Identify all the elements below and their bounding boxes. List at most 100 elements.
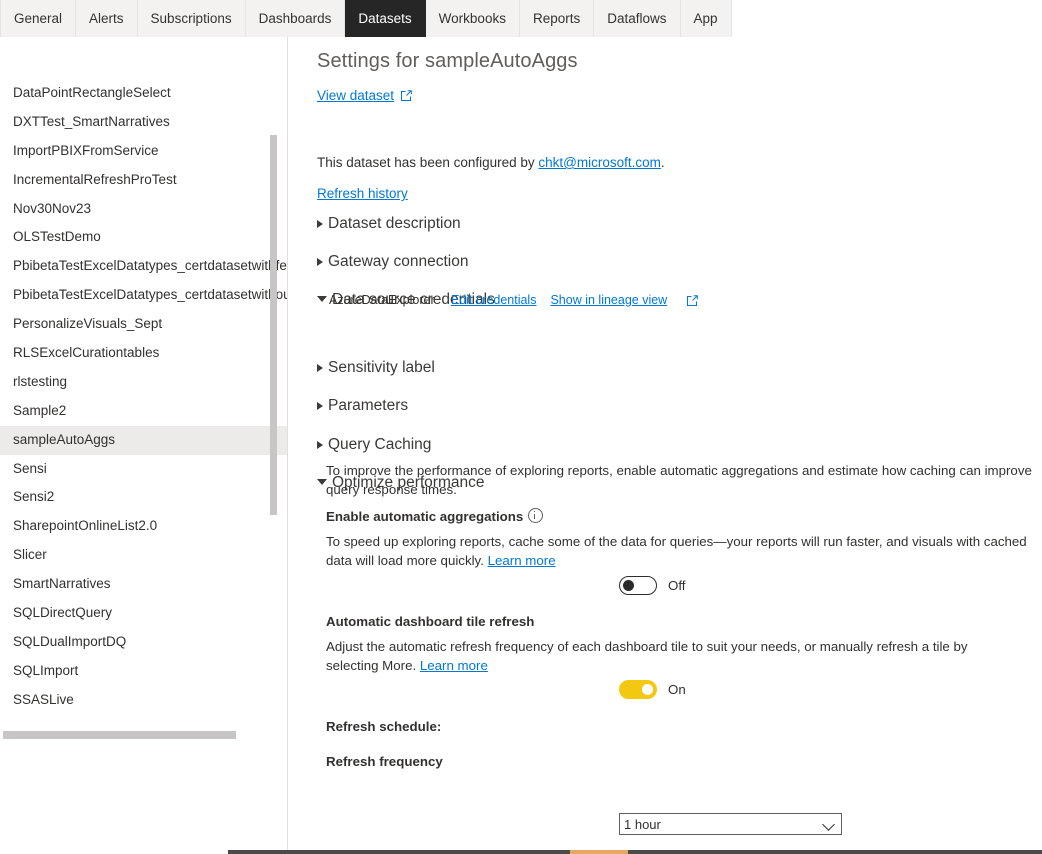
dataset-list-item-label: SharepointOnlineList2.0 [13, 518, 158, 534]
dataset-list-item-label: Sensi [13, 460, 47, 476]
dataset-list-item-label: SQLDirectQuery [13, 605, 113, 621]
dashboard-tile-refresh-toggle-row: On [619, 680, 686, 699]
dataset-list-item[interactable]: SSASLive [0, 686, 287, 715]
view-dataset-link[interactable]: View dataset [317, 88, 394, 103]
dataset-list-item[interactable]: PbibetaTestExcelDatatypes_certdatasetwit… [0, 252, 288, 281]
refresh-frequency-select[interactable]: 15 minutes30 minutes1 hour2 hours4 hours… [619, 813, 842, 835]
automatic-aggregations-toggle-state: Off [668, 578, 686, 593]
tab-label: App [693, 11, 718, 26]
tab-dataflows[interactable]: Dataflows [594, 0, 681, 37]
auto-agg-learn-more-link[interactable]: Learn more [488, 553, 556, 568]
refresh-history-row: Refresh history [317, 186, 408, 201]
dataset-list-item-label: rlstesting [13, 373, 68, 389]
dashboard-tile-refresh-toggle-state: On [668, 682, 686, 697]
tab-subscriptions[interactable]: Subscriptions [137, 0, 246, 37]
sidebar-horizontal-scrollbar-thumb[interactable] [3, 731, 236, 739]
dataset-list-item-label: PbibetaTestExcelDatatypes_certdatasetwit… [13, 258, 288, 274]
automatic-aggregations-toggle[interactable] [619, 576, 657, 595]
dataset-list-item[interactable]: SQLDirectQuery [0, 599, 287, 628]
tile-refresh-learn-more-link[interactable]: Learn more [420, 658, 488, 673]
dataset-list-item[interactable]: sampleAutoAggs [0, 425, 287, 455]
dataset-list-item-label: SmartNarratives [13, 576, 111, 592]
section-label: Query Caching [328, 436, 432, 453]
dataset-list-item[interactable]: Sample2 [0, 397, 287, 426]
chrome-strip-right [628, 850, 1042, 854]
chevron-right-icon [317, 441, 323, 449]
tab-label: Dataflows [607, 11, 667, 26]
dataset-list-sidebar: DataPointRectangleSelect DXTTest_SmartNar… [0, 37, 288, 854]
page-title: Settings for sampleAutoAggs [317, 50, 578, 72]
dataset-list-item-label: SQLImport [13, 662, 79, 678]
bottom-chrome-strip [0, 850, 1042, 854]
tab-alerts[interactable]: Alerts [76, 0, 138, 37]
tab-label: Dashboards [258, 11, 332, 26]
section-sensitivity-label[interactable]: Sensitivity label [317, 359, 435, 377]
optimize-performance-description: To improve the performance of exploring … [326, 463, 1032, 497]
dataset-list-item[interactable]: OLSTestDemo [0, 223, 287, 252]
dataset-list-item-label: PersonalizeVisuals_Sept [13, 316, 163, 332]
sidebar-vertical-scrollbar-thumb[interactable] [270, 135, 277, 515]
configured-by-suffix: . [660, 155, 665, 170]
dataset-list-item-label: Nov30Nov23 [13, 200, 92, 216]
dataset-list-item[interactable]: SQLDualImportDQ [0, 628, 287, 657]
tab-app[interactable]: App [680, 0, 732, 37]
view-dataset-row: View dataset [317, 88, 413, 103]
dashboard-tile-refresh-toggle[interactable] [619, 680, 657, 699]
dataset-list-item-label: sampleAutoAggs [13, 431, 116, 447]
tab-dashboards[interactable]: Dashboards [245, 0, 346, 37]
tab-reports[interactable]: Reports [519, 0, 595, 37]
toggle-knob [642, 684, 653, 695]
dataset-list-item[interactable]: ImportPBIXFromService [0, 137, 287, 166]
section-dataset-description[interactable]: Dataset description [317, 215, 461, 233]
dataset-list-item[interactable]: SQLImport [0, 657, 287, 686]
dataset-list-item-label: DXTTest_SmartNarratives [13, 113, 170, 129]
dataset-list-item-label: IncrementalRefreshProTest [13, 171, 177, 187]
dataset-list-item[interactable]: IncrementalRefreshProTest [0, 166, 287, 195]
data-source-name: AzureDataExplorer [329, 293, 435, 307]
dataset-list-item[interactable]: DataPointRectangleSelect [0, 79, 287, 108]
chevron-right-icon [317, 258, 323, 266]
dataset-list-item[interactable]: PersonalizeVisuals_Sept [0, 310, 287, 339]
section-gateway-connection[interactable]: Gateway connection [317, 253, 468, 271]
dataset-list-item[interactable]: Sensi [0, 455, 287, 484]
configured-by-prefix: This dataset has been configured by [317, 155, 539, 170]
dataset-list: DataPointRectangleSelect DXTTest_SmartNar… [0, 79, 288, 715]
tab-label: Workbooks [438, 11, 506, 26]
dataset-list-item[interactable]: DXTTest_SmartNarratives [0, 108, 287, 137]
dataset-list-item[interactable]: Slicer [0, 541, 287, 570]
edit-credentials-link[interactable]: Edit credentials [451, 293, 536, 307]
dataset-list-item-label: Slicer [13, 547, 47, 563]
dataset-list-item[interactable]: Sensi2 [0, 483, 287, 512]
section-label: Dataset description [328, 215, 461, 232]
chrome-strip-highlight [570, 850, 628, 854]
tab-bar-filler [731, 0, 1042, 37]
refresh-frequency-label: Refresh frequency [326, 754, 443, 769]
dashboard-tile-refresh-description: Adjust the automatic refresh frequency o… [326, 638, 998, 675]
section-label: Gateway connection [328, 253, 469, 270]
section-label: Parameters [328, 397, 409, 414]
automatic-aggregations-description: To speed up exploring reports, cache som… [326, 533, 1042, 570]
dataset-list-item-label: ImportPBIXFromService [13, 142, 159, 158]
automatic-aggregations-toggle-row: Off [619, 576, 686, 595]
dataset-list-item[interactable]: SharepointOnlineList2.0 [0, 512, 287, 541]
section-label: Sensitivity label [328, 359, 435, 376]
tab-general[interactable]: General [0, 0, 77, 37]
info-icon[interactable] [528, 508, 544, 523]
refresh-history-link[interactable]: Refresh history [317, 186, 408, 201]
tab-datasets[interactable]: Datasets [345, 0, 426, 37]
section-parameters[interactable]: Parameters [317, 397, 408, 415]
dataset-list-item-label: Sample2 [13, 402, 67, 418]
dataset-list-item[interactable]: RLSExcelCurationtables [0, 339, 287, 368]
dataset-list-item[interactable]: SmartNarratives [0, 570, 287, 599]
dataset-list-item[interactable]: Nov30Nov23 [0, 195, 287, 224]
tab-label: Reports [532, 11, 581, 26]
configured-by-email-link[interactable]: chkt@microsoft.com [538, 155, 660, 170]
tab-workbooks[interactable]: Workbooks [425, 0, 520, 37]
show-in-lineage-view-link[interactable]: Show in lineage view [550, 293, 667, 307]
section-query-caching[interactable]: Query Caching [317, 436, 431, 454]
chrome-strip-left [228, 850, 570, 854]
dataset-list-item[interactable]: PbibetaTestExcelDatatypes_certdatasetwit… [0, 281, 287, 310]
dataset-list-item[interactable]: rlstesting [0, 368, 287, 397]
dataset-list-item-label: DataPointRectangleSelect [13, 85, 171, 100]
tab-label: General [14, 11, 63, 26]
